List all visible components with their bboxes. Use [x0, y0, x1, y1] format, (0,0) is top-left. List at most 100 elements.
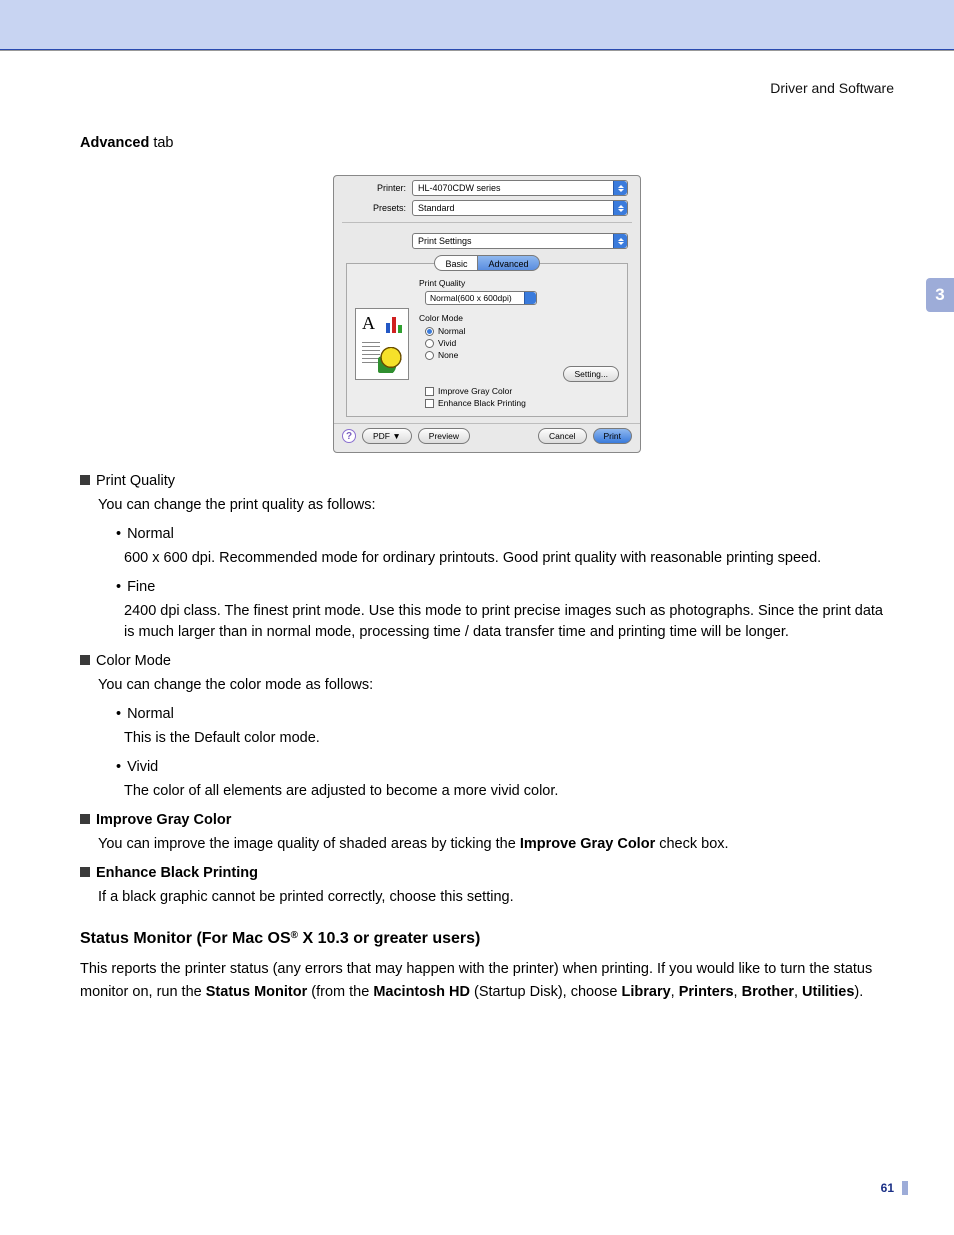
bullet-normal-name: Normal [127, 526, 174, 542]
thumb-image [378, 347, 404, 373]
enhance-black-desc: If a black graphic cannot be printed cor… [98, 887, 894, 908]
gray-post: check box. [655, 836, 728, 852]
setting-button[interactable]: Setting... [563, 366, 619, 382]
bullet-fine-desc: 2400 dpi class. The finest print mode. U… [124, 601, 894, 643]
check-enhance-black[interactable]: Enhance Black Printing [425, 398, 619, 408]
page-number-bar [902, 1181, 908, 1195]
item-improve-gray-title: Improve Gray Color [96, 812, 231, 828]
pane-row: Print Settings [334, 229, 640, 249]
check-improve-gray-label: Improve Gray Color [438, 386, 512, 396]
item-print-quality-title: Print Quality [96, 473, 175, 489]
tab-label: tab [149, 135, 173, 151]
radio-vivid[interactable]: Vivid [425, 338, 619, 348]
header-underline [0, 50, 954, 51]
advanced-right-column: Print Quality Normal(600 x 600dpi) Color… [419, 276, 619, 408]
item-print-quality: Print Quality [80, 473, 894, 489]
printer-select[interactable]: HL-4070CDW series [412, 180, 628, 196]
dropdown-icon [613, 234, 627, 248]
print-dialog: Printer: HL-4070CDW series Presets: Stan… [333, 175, 641, 453]
checkbox-icon [425, 399, 434, 408]
color-mode-label: Color Mode [419, 313, 619, 323]
sb-2: (from the [307, 984, 373, 1000]
square-bullet-icon [80, 475, 90, 485]
print-button[interactable]: Print [593, 428, 632, 444]
bullet-fine: •Fine [116, 579, 894, 595]
chapter-tab: 3 [926, 278, 954, 312]
pane-select[interactable]: Print Settings [412, 233, 628, 249]
bullet-cm-vivid: •Vivid [116, 759, 894, 775]
square-bullet-icon [80, 655, 90, 665]
square-bullet-icon [80, 814, 90, 824]
bullet-cm-normal-name: Normal [127, 706, 174, 722]
thumb-letter: A [362, 313, 375, 334]
printer-select-value: HL-4070CDW series [418, 183, 501, 193]
advanced-panel: A Print Quality Normal(600 x 600dpi) Col… [346, 263, 628, 417]
sb-3: (Startup Disk), choose [470, 984, 622, 1000]
status-monitor-body: This reports the printer status (any err… [80, 958, 894, 1003]
gray-bold: Improve Gray Color [520, 836, 655, 852]
item-improve-gray: Improve Gray Color [80, 812, 894, 828]
tab-advanced[interactable]: Advanced [477, 255, 539, 271]
header-section-title: Driver and Software [770, 80, 894, 96]
radio-normal-label: Normal [438, 326, 465, 336]
pdf-button[interactable]: PDF ▼ [362, 428, 412, 444]
print-quality-label: Print Quality [419, 278, 619, 288]
preview-button[interactable]: Preview [418, 428, 470, 444]
presets-label: Presets: [346, 203, 406, 213]
status-h-pre: Status Monitor (For Mac OS [80, 930, 291, 947]
check-improve-gray[interactable]: Improve Gray Color [425, 386, 619, 396]
pq-intro: You can change the print quality as foll… [98, 495, 894, 516]
presets-row: Presets: Standard [334, 196, 640, 216]
pane-select-value: Print Settings [418, 236, 472, 246]
presets-select[interactable]: Standard [412, 200, 628, 216]
bullet-cm-vivid-name: Vivid [127, 759, 158, 775]
item-enhance-black-title: Enhance Black Printing [96, 865, 258, 881]
radio-vivid-label: Vivid [438, 338, 456, 348]
sb-b4: Printers [679, 984, 734, 1000]
radio-none-label: None [438, 350, 458, 360]
setting-row: Setting... [419, 366, 619, 382]
cancel-button[interactable]: Cancel [538, 428, 586, 444]
sb-b2: Macintosh HD [373, 984, 470, 1000]
item-color-mode: Color Mode [80, 653, 894, 669]
top-band [0, 0, 954, 50]
radio-icon [425, 351, 434, 360]
presets-select-value: Standard [418, 203, 455, 213]
bullet-cm-normal-desc: This is the Default color mode. [124, 728, 894, 749]
radio-none[interactable]: None [425, 350, 619, 360]
sb-b5: Brother [742, 984, 794, 1000]
sb-7: ). [854, 984, 863, 1000]
tab-basic[interactable]: Basic [434, 255, 477, 271]
printer-row: Printer: HL-4070CDW series [334, 176, 640, 196]
sb-6: , [794, 984, 802, 1000]
status-h-post: X 10.3 or greater users) [298, 930, 480, 947]
divider [342, 222, 632, 223]
radio-normal[interactable]: Normal [425, 326, 619, 336]
sb-b3: Library [622, 984, 671, 1000]
page-content: Advanced tab Printer: HL-4070CDW series … [80, 135, 894, 1003]
check-enhance-black-label: Enhance Black Printing [438, 398, 526, 408]
thumb-bars [386, 317, 402, 333]
checkbox-icon [425, 387, 434, 396]
sb-b1: Status Monitor [206, 984, 308, 1000]
help-icon[interactable]: ? [342, 429, 356, 443]
bullet-cm-normal: •Normal [116, 706, 894, 722]
page-number: 61 [881, 1181, 894, 1195]
item-color-mode-title: Color Mode [96, 653, 171, 669]
advanced-label: Advanced [80, 135, 149, 151]
bullet-normal-desc: 600 x 600 dpi. Recommended mode for ordi… [124, 548, 894, 569]
print-quality-select[interactable]: Normal(600 x 600dpi) [425, 291, 537, 305]
gray-pre: You can improve the image quality of sha… [98, 836, 520, 852]
radio-icon [425, 327, 434, 336]
bullet-fine-name: Fine [127, 579, 155, 595]
item-enhance-black: Enhance Black Printing [80, 865, 894, 881]
bullet-normal: •Normal [116, 526, 894, 542]
page-preview-thumb: A [355, 308, 409, 380]
dropdown-icon [613, 201, 627, 215]
improve-gray-desc: You can improve the image quality of sha… [98, 834, 894, 855]
print-quality-value: Normal(600 x 600dpi) [430, 293, 512, 303]
square-bullet-icon [80, 867, 90, 877]
sb-5: , [734, 984, 742, 1000]
advanced-tab-heading: Advanced tab [80, 135, 894, 151]
dropdown-icon [524, 292, 536, 304]
